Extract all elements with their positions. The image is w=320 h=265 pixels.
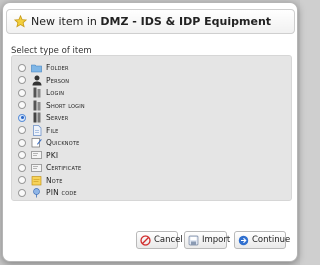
star-icon [13, 15, 27, 29]
option-quicknote[interactable]: Quicknote [12, 137, 80, 148]
option-label: Person [46, 75, 70, 85]
new-item-dialog: New item in DMZ - IDS & IDP Equipment Se… [2, 2, 298, 262]
login-icon [31, 87, 42, 98]
quicknote-icon [31, 137, 42, 148]
pin-code-icon [31, 187, 42, 198]
option-short-login[interactable]: Short login [12, 100, 85, 111]
cancel-button-label: Cancel [154, 235, 183, 245]
option-login[interactable]: Login [12, 87, 64, 98]
radio-pin-code[interactable] [18, 188, 26, 197]
dialog-title: New item in DMZ - IDS & IDP Equipment [31, 15, 271, 28]
option-label: Quicknote [46, 138, 80, 147]
option-file[interactable]: File [12, 124, 59, 136]
option-person[interactable]: Person [12, 75, 69, 86]
arrow-right-icon [238, 235, 249, 246]
option-label: Note [46, 175, 63, 185]
file-icon [31, 124, 42, 136]
item-type-list: Folder Person Login Short login Server F… [11, 55, 292, 201]
import-icon [188, 235, 199, 246]
option-pki[interactable]: PKI [12, 150, 58, 161]
radio-server[interactable] [18, 113, 26, 122]
short-login-icon [31, 100, 42, 111]
continue-button[interactable]: Continue [234, 231, 290, 249]
folder-icon [31, 62, 42, 73]
person-icon [31, 75, 42, 86]
server-icon [31, 112, 42, 123]
radio-person[interactable] [18, 76, 26, 84]
dialog-title-folder: DMZ - IDS & IDP Equipment [100, 15, 272, 28]
option-label: Short login [46, 100, 85, 110]
radio-quicknote[interactable] [18, 138, 26, 147]
radio-folder[interactable] [18, 63, 26, 72]
option-label: PIN code [46, 188, 77, 197]
pki-icon [31, 150, 42, 161]
option-label: Certificate [46, 163, 82, 172]
option-label: Folder [46, 63, 69, 72]
radio-short-login[interactable] [18, 101, 26, 109]
option-server[interactable]: Server [12, 112, 68, 123]
import-button-label: Import [202, 235, 231, 245]
certificate-icon [31, 162, 42, 173]
option-folder[interactable]: Folder [12, 62, 69, 73]
radio-pki[interactable] [18, 151, 26, 159]
option-note[interactable]: Note [12, 175, 63, 186]
option-label: Login [46, 88, 65, 97]
continue-button-label: Continue [252, 235, 291, 245]
radio-note[interactable] [18, 176, 26, 184]
note-icon [31, 175, 42, 186]
import-button[interactable]: Import [184, 231, 231, 249]
radio-certificate[interactable] [18, 163, 26, 172]
option-label: Server [46, 113, 69, 122]
cancel-icon [140, 234, 151, 246]
dialog-title-bar: New item in DMZ - IDS & IDP Equipment [6, 9, 295, 34]
option-label: PKI [46, 150, 59, 160]
cancel-button[interactable]: Cancel [136, 231, 183, 249]
radio-login[interactable] [18, 88, 26, 97]
dialog-title-prefix: New item in [31, 15, 101, 28]
option-pin-code[interactable]: PIN code [12, 187, 77, 198]
option-certificate[interactable]: Certificate [12, 162, 81, 173]
radio-file[interactable] [18, 126, 26, 134]
option-label: File [46, 125, 59, 135]
